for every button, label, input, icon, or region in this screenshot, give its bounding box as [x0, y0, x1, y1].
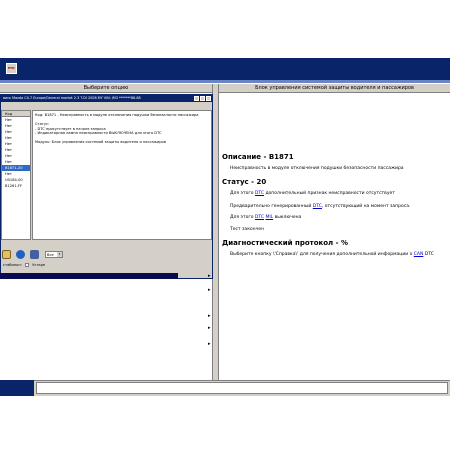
bottom-input-field[interactable]: [36, 382, 448, 394]
code-list-item[interactable]: B1261-FF: [2, 183, 30, 189]
left-panel-title: Выберите опцию: [0, 84, 212, 93]
dtc-detail-box: Код: B1871 - Неисправность в модуле откл…: [32, 110, 212, 240]
bottom-indicator: [0, 380, 34, 396]
dtc-link[interactable]: DTC: [255, 215, 264, 220]
can-link[interactable]: CAN: [414, 252, 424, 257]
status-line-3: Для этого DTC MIL выключена: [230, 215, 302, 220]
maximize-icon[interactable]: [200, 96, 205, 101]
mil-link[interactable]: MIL: [265, 215, 273, 220]
right-panel: [219, 93, 450, 380]
right-panel-title: Блок управления системой защиты водителя…: [219, 84, 450, 93]
info-icon[interactable]: [16, 250, 25, 259]
expand-arrow-icon[interactable]: ▸: [208, 325, 214, 331]
expand-arrow-icon[interactable]: ▸: [208, 287, 214, 293]
dtc-status-bar: стабильн: Устаре: [3, 263, 46, 267]
expand-arrow-icon[interactable]: ▸: [208, 273, 214, 279]
dtc-toolbar: Все ▾: [1, 248, 212, 261]
nav-item-selected[interactable]: [0, 273, 178, 279]
header-stripe: [0, 80, 450, 83]
panel-splitter[interactable]: [212, 84, 219, 380]
app-header-band: [0, 58, 450, 80]
dropdown-arrow-icon: ▾: [57, 252, 62, 257]
description-heading: Описание - B1871: [222, 153, 294, 161]
help-footer-text: Выберите кнопку \'Справка\' для получени…: [230, 252, 434, 257]
print-icon[interactable]: [2, 250, 11, 259]
save-icon[interactable]: [30, 250, 39, 259]
detail-line: Код: B1871 - Неисправность в модуле откл…: [35, 113, 199, 117]
expand-arrow-icon[interactable]: ▸: [208, 341, 214, 347]
status-checkbox[interactable]: [24, 263, 29, 267]
status-line-1: Для этого DTC дополнительный признак неи…: [230, 191, 395, 196]
description-text: Неисправность в модуле отключения подушк…: [230, 166, 404, 171]
dtc-link[interactable]: DTC: [255, 191, 264, 196]
expand-arrow-icon[interactable]: ▸: [208, 313, 214, 319]
dtc-window: вись Mazda CX-7 Europe/General market 2.…: [0, 94, 213, 279]
diagnostic-protocol-heading: Диагностический протокол - %: [222, 239, 348, 247]
status-line-4: Тест закончен: [230, 227, 264, 232]
detail-line: Модуль: Блок управления системой защиты …: [35, 140, 166, 145]
app-logo[interactable]: ETD: [6, 63, 17, 74]
close-icon[interactable]: [206, 96, 211, 101]
status-line-2: Предварительно генерированный DTC, отсут…: [230, 204, 411, 209]
status-heading: Статус - 20: [222, 178, 267, 186]
dtc-code-list: Код Нет Нет Нет Нет Нет Нет Нет Нет B1871-20 Нет U…: [1, 110, 31, 240]
filter-select[interactable]: Все ▾: [45, 251, 63, 258]
dtc-link[interactable]: DTC: [313, 204, 322, 209]
minimize-icon[interactable]: [194, 96, 199, 101]
dtc-window-title: вись Mazda CX-7 Europe/General market 2.…: [1, 95, 212, 102]
